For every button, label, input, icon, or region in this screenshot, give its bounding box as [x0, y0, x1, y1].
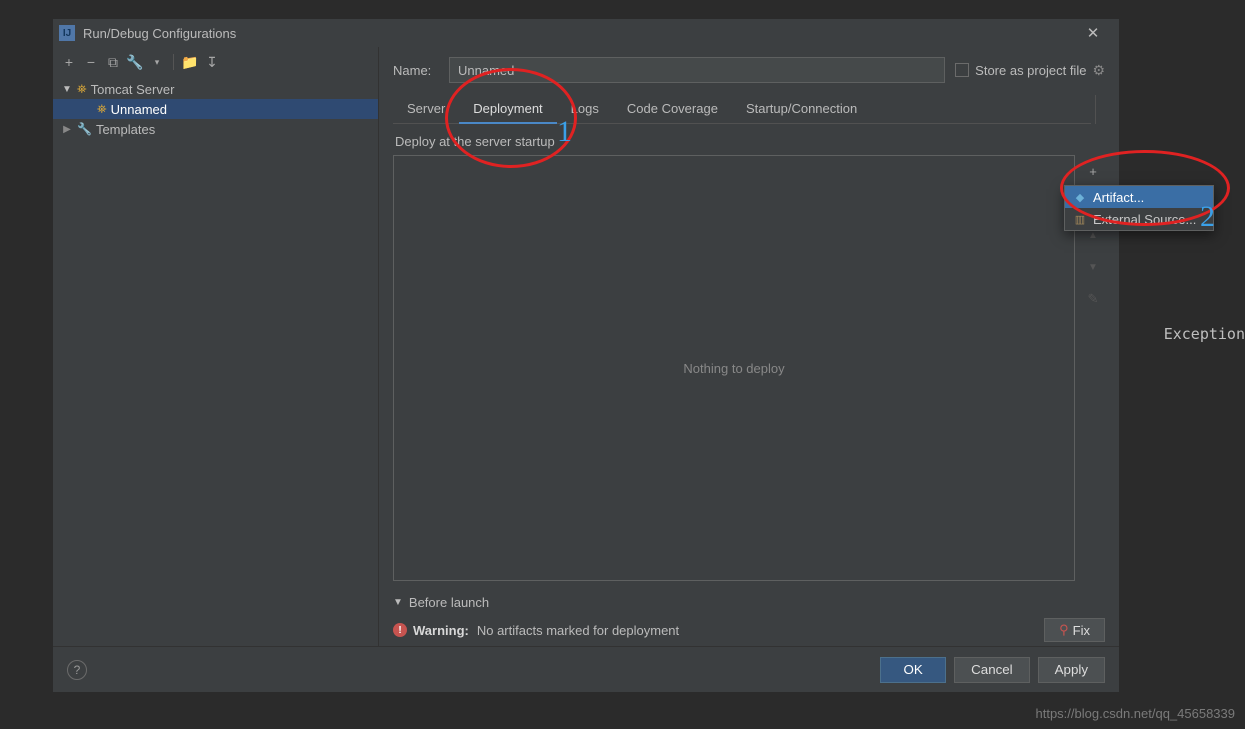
- config-sidebar: + − ⧉ 🔧 ▾ 📁 ↧ ▼ ⛯ Tomcat Server ⛯ Unname…: [53, 47, 379, 646]
- tab-code-coverage[interactable]: Code Coverage: [613, 95, 732, 124]
- deploy-move-down-button[interactable]: ▼: [1081, 255, 1105, 279]
- background-console-text: Exception: [1164, 325, 1245, 343]
- add-config-button[interactable]: +: [59, 52, 79, 72]
- close-button[interactable]: ✕: [1073, 19, 1113, 47]
- gear-icon[interactable]: ⚙: [1092, 62, 1105, 79]
- tree-node-unnamed[interactable]: ⛯ Unnamed: [53, 99, 378, 119]
- config-name-input[interactable]: [449, 57, 945, 83]
- warning-prefix: Warning:: [413, 623, 469, 638]
- collapse-icon: ▼: [393, 597, 403, 608]
- deploy-edit-button[interactable]: ✎: [1081, 287, 1105, 311]
- deploy-list[interactable]: Nothing to deploy: [393, 155, 1075, 581]
- warning-row: ! Warning: No artifacts marked for deplo…: [393, 618, 1105, 642]
- copy-config-button[interactable]: ⧉: [103, 52, 123, 72]
- help-button[interactable]: ?: [67, 660, 87, 680]
- tab-server[interactable]: Server: [393, 95, 459, 124]
- popup-item-label: Artifact...: [1093, 190, 1144, 205]
- tabs-wrap: Server Deployment Logs Code Coverage Sta…: [393, 95, 1105, 124]
- warning-text: No artifacts marked for deployment: [477, 623, 679, 638]
- wrench-icon: 🔧: [77, 122, 92, 136]
- add-deploy-popup: ◆ Artifact... ▥ External Source...: [1064, 185, 1214, 231]
- dialog-titlebar: IJ Run/Debug Configurations ✕: [53, 19, 1119, 47]
- config-tree[interactable]: ▼ ⛯ Tomcat Server ⛯ Unnamed ▶ 🔧 Template…: [53, 77, 378, 646]
- popup-item-artifact[interactable]: ◆ Artifact...: [1065, 186, 1213, 208]
- bulb-icon: ⚲: [1059, 622, 1069, 638]
- store-label: Store as project file: [975, 63, 1086, 78]
- artifact-icon: ◆: [1073, 191, 1087, 204]
- tab-startup-connection[interactable]: Startup/Connection: [732, 95, 871, 124]
- config-tabs: Server Deployment Logs Code Coverage Sta…: [393, 95, 1091, 124]
- name-row: Name: Store as project file ⚙: [393, 57, 1105, 83]
- deploy-row: Nothing to deploy + − ▲ ▼ ✎: [393, 155, 1105, 581]
- expand-icon: ▼: [61, 84, 73, 95]
- dialog-title: Run/Debug Configurations: [83, 26, 236, 41]
- cancel-button[interactable]: Cancel: [954, 657, 1030, 683]
- store-as-project-file-block: Store as project file ⚙: [955, 62, 1105, 79]
- ok-button[interactable]: OK: [880, 657, 946, 683]
- dialog-body: + − ⧉ 🔧 ▾ 📁 ↧ ▼ ⛯ Tomcat Server ⛯ Unname…: [53, 47, 1119, 646]
- before-launch-label: Before launch: [409, 595, 489, 610]
- deploy-empty-text: Nothing to deploy: [683, 361, 784, 376]
- fix-button[interactable]: ⚲ Fix: [1044, 618, 1105, 642]
- tree-node-label: Unnamed: [111, 102, 167, 117]
- edit-settings-button[interactable]: 🔧: [125, 52, 145, 72]
- fix-label: Fix: [1073, 623, 1090, 638]
- main-panel: Name: Store as project file ⚙ Server Dep…: [379, 47, 1119, 646]
- run-debug-config-dialog: IJ Run/Debug Configurations ✕ + − ⧉ 🔧 ▾ …: [52, 18, 1120, 693]
- tree-node-label: Tomcat Server: [91, 82, 175, 97]
- remove-config-button[interactable]: −: [81, 52, 101, 72]
- watermark-text: https://blog.csdn.net/qq_45658339: [1036, 706, 1236, 721]
- external-source-icon: ▥: [1073, 213, 1087, 226]
- tree-node-templates[interactable]: ▶ 🔧 Templates: [53, 119, 378, 139]
- deploy-add-button[interactable]: +: [1081, 159, 1105, 183]
- dialog-footer: ? OK Cancel Apply: [53, 646, 1119, 692]
- expand-icon: ▶: [61, 124, 73, 135]
- warning-icon: !: [393, 623, 407, 637]
- apply-button[interactable]: Apply: [1038, 657, 1105, 683]
- before-launch-section[interactable]: ▼ Before launch: [393, 595, 1105, 610]
- sort-button[interactable]: ↧: [202, 52, 222, 72]
- right-scrollbar[interactable]: [1095, 95, 1105, 124]
- tree-node-tomcat-server[interactable]: ▼ ⛯ Tomcat Server: [53, 79, 378, 99]
- folder-button[interactable]: 📁: [180, 52, 200, 72]
- tomcat-icon: ⛯: [97, 102, 107, 117]
- sidebar-toolbar: + − ⧉ 🔧 ▾ 📁 ↧: [53, 47, 378, 77]
- name-label: Name:: [393, 63, 439, 78]
- tomcat-icon: ⛯: [77, 82, 87, 97]
- deploy-section-label: Deploy at the server startup: [395, 134, 1105, 149]
- settings-dropdown-icon[interactable]: ▾: [147, 52, 167, 72]
- popup-item-label: External Source...: [1093, 212, 1196, 227]
- tab-logs[interactable]: Logs: [557, 95, 613, 124]
- store-checkbox[interactable]: [955, 63, 969, 77]
- tab-deployment[interactable]: Deployment: [459, 95, 556, 124]
- popup-item-external-source[interactable]: ▥ External Source...: [1065, 208, 1213, 230]
- tree-node-label: Templates: [96, 122, 155, 137]
- intellij-logo-icon: IJ: [59, 25, 75, 41]
- toolbar-separator: [173, 54, 174, 70]
